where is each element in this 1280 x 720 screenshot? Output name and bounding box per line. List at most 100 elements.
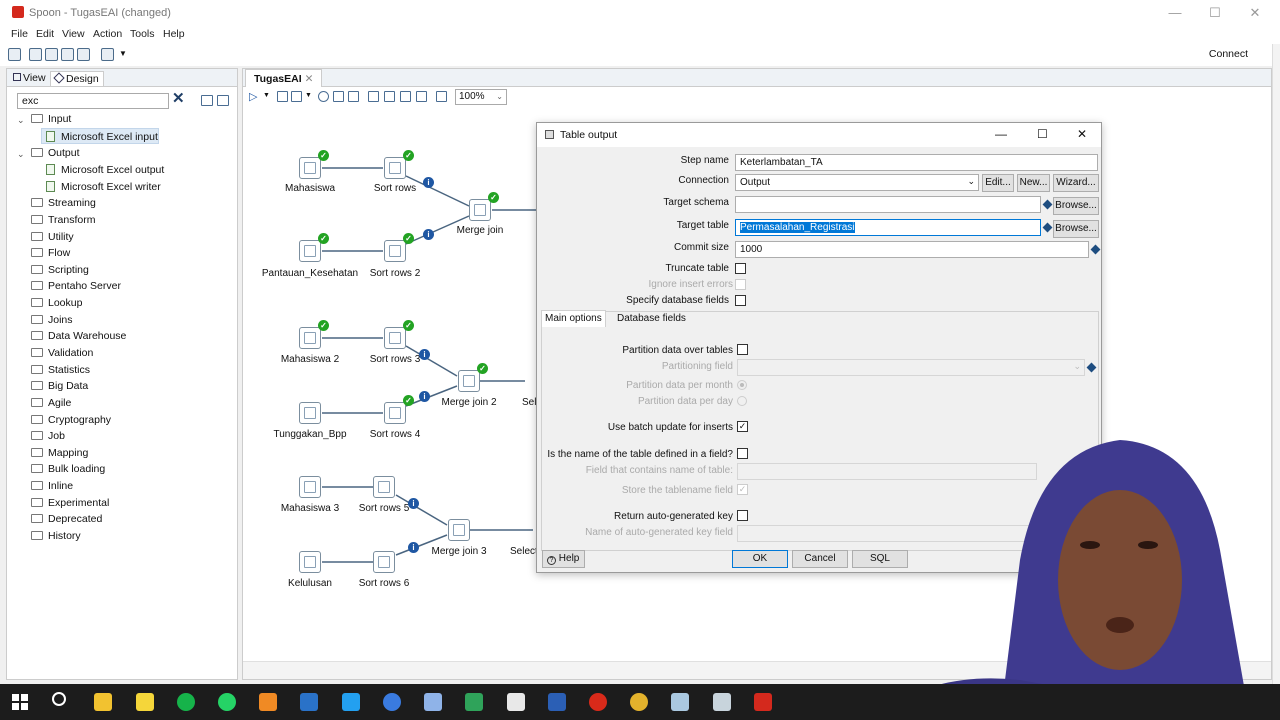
menu-action[interactable]: Action — [93, 28, 122, 40]
step-node-mahasiswa-2[interactable] — [299, 327, 321, 349]
step-node-merge-join-3[interactable] — [448, 519, 470, 541]
tree-folder[interactable]: Scripting — [31, 262, 89, 278]
target-schema-input[interactable] — [735, 196, 1041, 213]
tree-folder[interactable]: Bulk loading — [31, 461, 105, 477]
xampp-icon[interactable] — [259, 693, 277, 711]
line-icon[interactable] — [177, 693, 195, 711]
tab-design[interactable]: Design — [50, 71, 104, 86]
info-icon[interactable]: i — [419, 349, 430, 360]
save-icon[interactable] — [61, 48, 74, 61]
app-icon[interactable] — [300, 693, 318, 711]
tree-folder[interactable]: Big Data — [31, 378, 88, 394]
vscode-icon[interactable] — [342, 693, 360, 711]
menu-help[interactable]: Help — [163, 28, 185, 40]
sticky-notes-icon[interactable] — [136, 693, 154, 711]
tree-folder[interactable]: Cryptography — [31, 412, 111, 428]
connection-select[interactable]: Output ⌄ — [735, 174, 979, 191]
spoon-taskbar-icon[interactable] — [754, 693, 772, 711]
explore-repository-icon[interactable] — [45, 48, 58, 61]
virtualbox-icon[interactable] — [424, 693, 442, 711]
ok-button[interactable]: OK — [732, 550, 788, 568]
edit-connection-button[interactable]: Edit... — [982, 174, 1014, 192]
wizard-button[interactable]: Wizard... — [1053, 174, 1099, 192]
tree-folder[interactable]: Transform — [31, 212, 95, 228]
cancel-button[interactable]: Cancel — [792, 550, 848, 568]
tree-folder[interactable]: Pentaho Server — [31, 278, 121, 294]
chrome-icon[interactable] — [630, 693, 648, 711]
tree-folder[interactable]: Job — [31, 428, 65, 444]
connect-button[interactable]: Connect — [1209, 48, 1248, 60]
step-node-merge-join[interactable] — [469, 199, 491, 221]
tree-folder[interactable]: Validation — [31, 345, 93, 361]
tree-folder[interactable]: Flow — [31, 245, 70, 261]
whatsapp-icon[interactable] — [218, 693, 236, 711]
save-as-icon[interactable] — [77, 48, 90, 61]
word-icon[interactable] — [548, 693, 566, 711]
tree-step-excel-input[interactable]: Microsoft Excel input — [41, 128, 159, 144]
tree-step-excel-writer[interactable]: Microsoft Excel writer — [46, 179, 161, 195]
tree-folder[interactable]: Data Warehouse — [31, 328, 126, 344]
record-icon[interactable] — [589, 693, 607, 711]
clear-search-icon[interactable]: ✕ — [172, 91, 186, 107]
slack-icon[interactable] — [507, 693, 525, 711]
info-icon[interactable]: i — [408, 542, 419, 553]
tree-folder[interactable]: Statistics — [31, 362, 90, 378]
store-tablename-checkbox[interactable]: ✓ — [737, 484, 748, 495]
menu-tools[interactable]: Tools — [130, 28, 155, 40]
tree-folder[interactable]: Joins — [31, 312, 73, 328]
tree-folder[interactable]: Lookup — [31, 295, 82, 311]
specify-fields-checkbox[interactable] — [735, 295, 746, 306]
browse-schema-button[interactable]: Browse... — [1053, 197, 1099, 215]
info-icon[interactable]: i — [408, 498, 419, 509]
windows-start-icon[interactable] — [12, 694, 28, 710]
dialog-maximize-button[interactable]: ☐ — [1037, 127, 1048, 141]
step-label[interactable]: Merge join 2 — [414, 397, 524, 408]
per-month-radio[interactable] — [737, 380, 747, 390]
commit-size-input[interactable]: 1000 — [735, 241, 1089, 258]
step-node-sort-rows-2[interactable] — [384, 240, 406, 262]
dialog-minimize-button[interactable]: — — [995, 127, 1007, 141]
tree-folder-output[interactable]: Output — [31, 145, 80, 161]
target-table-input[interactable]: Permasalahan_Registrasi — [735, 219, 1041, 236]
app-icon[interactable] — [671, 693, 689, 711]
step-node-mahasiswa[interactable] — [299, 157, 321, 179]
file-explorer-icon[interactable] — [94, 693, 112, 711]
info-icon[interactable]: i — [423, 229, 434, 240]
chevron-down-icon[interactable]: ⌄ — [17, 115, 25, 126]
tree-folder[interactable]: Utility — [31, 229, 74, 245]
tree-folder[interactable]: Inline — [31, 478, 73, 494]
step-node-sort-rows-3[interactable] — [384, 327, 406, 349]
menu-view[interactable]: View — [62, 28, 85, 40]
truncate-checkbox[interactable] — [735, 263, 746, 274]
step-node-sort-rows-5[interactable] — [373, 476, 395, 498]
per-day-radio[interactable] — [737, 396, 747, 406]
partition-checkbox[interactable] — [737, 344, 748, 355]
tree-folder[interactable]: Experimental — [31, 495, 109, 511]
close-button[interactable]: ✕ — [1240, 4, 1270, 22]
step-node-kelulusan[interactable] — [299, 551, 321, 573]
step-node-sort-rows-6[interactable] — [373, 551, 395, 573]
batch-update-checkbox[interactable]: ✓ — [737, 421, 748, 432]
menu-file[interactable]: File — [11, 28, 28, 40]
step-node-tunggakan-bpp[interactable] — [299, 402, 321, 424]
step-node-merge-join-2[interactable] — [458, 370, 480, 392]
new-file-icon[interactable] — [8, 48, 21, 61]
info-icon[interactable]: i — [423, 177, 434, 188]
new-connection-button[interactable]: New... — [1017, 174, 1050, 192]
step-node-mahasiswa-3[interactable] — [299, 476, 321, 498]
step-label[interactable]: Sort rows 2 — [340, 268, 450, 279]
name-in-field-checkbox[interactable] — [737, 448, 748, 459]
browse-table-button[interactable]: Browse... — [1053, 220, 1099, 238]
maps-icon[interactable] — [383, 693, 401, 711]
step-label[interactable]: Sort rows 3 — [340, 354, 450, 365]
open-file-icon[interactable] — [29, 48, 42, 61]
maximize-button[interactable]: ☐ — [1200, 4, 1230, 22]
step-label[interactable]: Sort rows 5 — [329, 503, 439, 514]
step-node-sort-rows[interactable] — [384, 157, 406, 179]
layers-icon[interactable] — [101, 48, 114, 61]
chevron-down-icon[interactable]: ▼ — [119, 49, 127, 58]
app-icon[interactable] — [465, 693, 483, 711]
tab-database-fields[interactable]: Database fields — [613, 312, 690, 327]
ignore-errors-checkbox[interactable] — [735, 279, 746, 290]
partition-field-select[interactable]: ⌄ — [737, 359, 1085, 376]
